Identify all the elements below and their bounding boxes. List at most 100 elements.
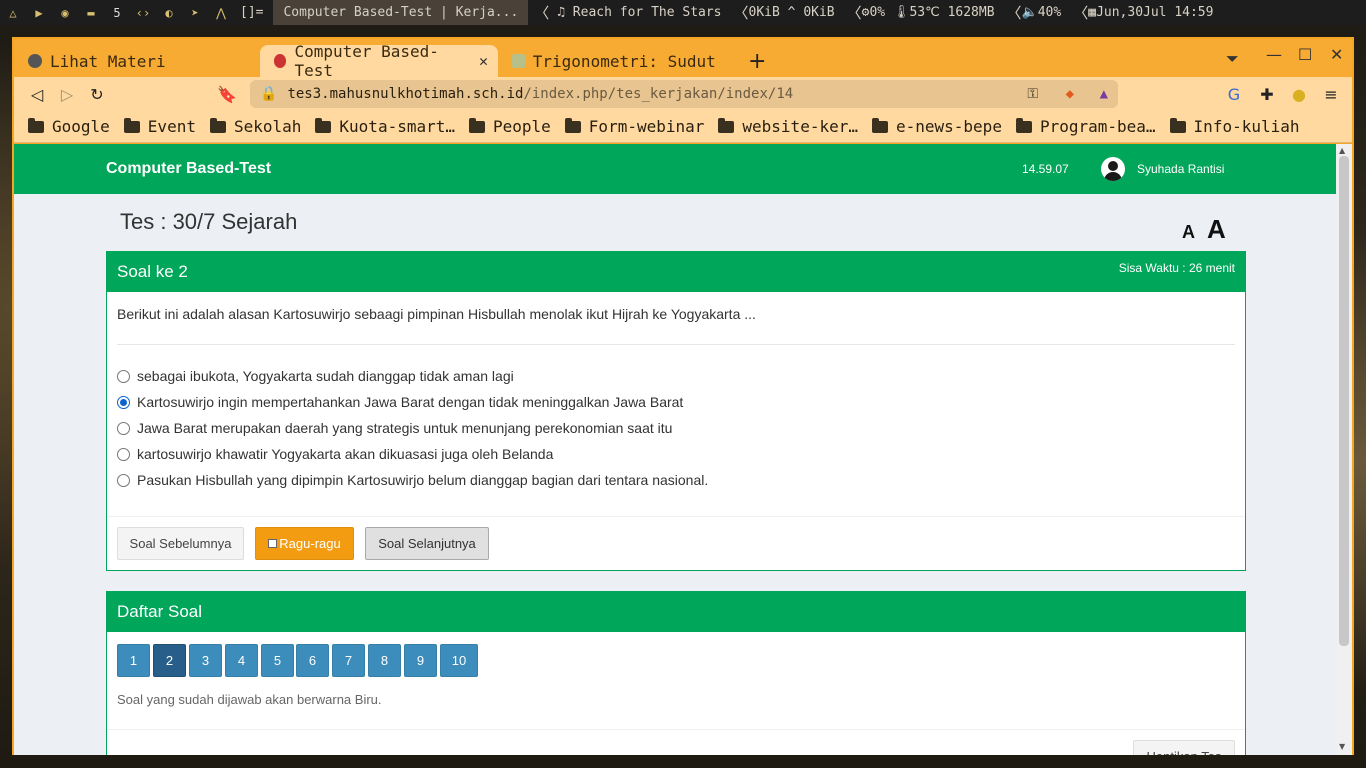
previous-question-button[interactable]: Soal Sebelumnya <box>117 527 244 560</box>
tab-label: Computer Based-Test <box>294 42 439 80</box>
lock-icon: 🔒 <box>260 86 278 102</box>
layout-indicator[interactable]: []= <box>234 5 269 20</box>
separator-icon: 〈 <box>846 4 862 22</box>
linux-icon[interactable]: △ <box>0 0 26 25</box>
bookmark-program-bea[interactable]: Program-bea… <box>1015 117 1156 136</box>
answer-option[interactable]: kartosuwirjo khawatir Yogyakarta akan di… <box>117 446 553 462</box>
answer-option[interactable]: Pasukan Hisbullah yang dipimpin Kartosuw… <box>117 472 708 488</box>
page-title: Tes : 30/7 Sejarah <box>120 209 298 234</box>
question-nav-button[interactable]: 3 <box>189 644 222 677</box>
folder-icon <box>315 117 332 133</box>
telegram-icon[interactable]: ➤ <box>182 0 208 25</box>
folder-icon[interactable]: ▬ <box>78 0 104 25</box>
code-icon[interactable]: ‹› <box>130 0 156 25</box>
tab-computer-based-test[interactable]: Computer Based-Test ✕ <box>260 42 498 80</box>
workspace-number[interactable]: 5 <box>104 0 130 25</box>
site-favicon-icon <box>512 54 525 68</box>
font-decrease-button[interactable]: A <box>1182 222 1195 243</box>
scroll-up-icon[interactable]: ▲ <box>1339 146 1345 155</box>
answer-option[interactable]: Jawa Barat merupakan daerah yang strateg… <box>117 420 672 436</box>
maximize-icon[interactable]: ☐ <box>1298 45 1312 64</box>
question-nav-button[interactable]: 9 <box>404 644 437 677</box>
stop-test-button[interactable]: Hentikan Tes <box>1133 740 1235 755</box>
question-nav-button[interactable]: 5 <box>261 644 294 677</box>
scroll-down-icon[interactable]: ▼ <box>1339 742 1345 751</box>
bookmark-info-kuliah[interactable]: Info-kuliah <box>1169 117 1300 136</box>
bookmark-kuota-smart[interactable]: Kuota-smart… <box>315 117 455 136</box>
question-nav-button[interactable]: 6 <box>296 644 329 677</box>
temperature-icon: 🌡 <box>892 5 910 20</box>
reload-icon[interactable]: ↻ <box>82 85 112 104</box>
time-remaining: Sisa Waktu : 26 menit <box>1118 261 1235 275</box>
question-nav-button[interactable]: 1 <box>117 644 150 677</box>
tab-trigonometri[interactable]: Trigonometri: Sudut Is <box>498 45 736 77</box>
bookmark-form-webinar[interactable]: Form-webinar <box>564 117 704 136</box>
question-nav-button-current[interactable]: 2 <box>153 644 186 677</box>
profile-icon[interactable]: ● <box>1284 85 1314 104</box>
bookmark-sekolah[interactable]: Sekolah <box>209 117 301 136</box>
forward-icon[interactable]: ▷ <box>52 85 82 104</box>
answer-option[interactable]: sebagai ibukota, Yogyakarta sudah diangg… <box>117 368 514 384</box>
folder-icon <box>718 117 735 133</box>
bookmark-google[interactable]: Google <box>28 117 110 136</box>
media-player-icon[interactable]: ▶ <box>26 0 52 25</box>
browser-window: Lihat Materi Computer Based-Test ✕ Trigo… <box>12 37 1354 755</box>
question-nav-button[interactable]: 4 <box>225 644 258 677</box>
minimize-icon[interactable]: — <box>1266 45 1282 64</box>
folder-icon <box>871 117 888 133</box>
close-tab-icon[interactable]: ✕ <box>479 52 488 70</box>
question-nav-button[interactable]: 10 <box>440 644 478 677</box>
bookmark-event[interactable]: Event <box>123 117 196 136</box>
page-scrollbar[interactable]: ▲ ▼ <box>1336 144 1352 755</box>
bookmark-e-news-bepe[interactable]: e-news-bepe <box>871 117 1002 136</box>
brave-rewards-icon[interactable]: ▲ <box>1100 86 1108 102</box>
back-icon[interactable]: ◁ <box>22 85 52 104</box>
font-increase-button[interactable]: A <box>1207 214 1226 245</box>
tab-search-icon[interactable]: ⏷ <box>1226 49 1239 69</box>
next-question-button[interactable]: Soal Selanjutnya <box>365 527 489 560</box>
user-name[interactable]: Syuhada Rantisi <box>1137 162 1224 176</box>
radio-button[interactable] <box>117 369 130 383</box>
inkscape-icon[interactable]: ⋀ <box>208 0 234 25</box>
tab-label: Lihat Materi <box>50 51 166 71</box>
question-number: Soal ke 2 <box>117 262 188 281</box>
brave-shield-icon[interactable]: ◆ <box>1066 86 1074 102</box>
bookmarks-bar: Google Event Sekolah Kuota-smart… People… <box>14 111 1352 143</box>
radio-button[interactable] <box>117 473 130 487</box>
moon-icon[interactable]: ◐ <box>156 0 182 25</box>
url-host: tes3.mahusnulkhotimah.sch.id <box>287 86 524 102</box>
radio-button[interactable] <box>117 447 130 461</box>
temperature: 53℃ <box>909 5 940 20</box>
app-brand[interactable]: Computer Based-Test <box>106 160 271 178</box>
bookmark-website-ker[interactable]: website-ker… <box>718 117 858 136</box>
new-tab-button[interactable]: + <box>748 45 766 77</box>
menu-icon[interactable]: ≡ <box>1316 85 1346 104</box>
radio-button[interactable] <box>117 421 130 435</box>
option-text: Kartosuwirjo ingin mempertahankan Jawa B… <box>137 394 684 410</box>
avatar[interactable] <box>1101 157 1125 181</box>
scrollbar-thumb[interactable] <box>1339 156 1349 646</box>
translate-icon[interactable]: G <box>1219 85 1249 104</box>
key-icon[interactable]: ⚿ <box>1027 86 1038 102</box>
date-time: Jun,30Jul 14:59 <box>1096 5 1214 20</box>
question-nav-button[interactable]: 7 <box>332 644 365 677</box>
bookmark-icon[interactable]: 🔖 <box>212 85 242 104</box>
doubt-button[interactable]: Ragu-ragu <box>255 527 354 560</box>
address-bar[interactable]: 🔒 tes3.mahusnulkhotimah.sch.id/index.php… <box>250 80 1118 108</box>
bookmark-people[interactable]: People <box>469 117 551 136</box>
option-text: Pasukan Hisbullah yang dipimpin Kartosuw… <box>137 472 709 488</box>
volume-level: 40% <box>1037 5 1062 20</box>
close-window-icon[interactable]: ✕ <box>1330 45 1343 64</box>
cpu-icon: ⚙ <box>861 5 870 20</box>
folder-icon <box>1169 117 1186 133</box>
browser-icon[interactable]: ◉ <box>52 0 78 25</box>
question-nav-button[interactable]: 8 <box>368 644 401 677</box>
answer-option[interactable]: Kartosuwirjo ingin mempertahankan Jawa B… <box>117 394 683 410</box>
web-page: Computer Based-Test 14.59.07 Syuhada Ran… <box>14 144 1336 755</box>
tab-lihat-materi[interactable]: Lihat Materi <box>14 45 260 77</box>
doubt-checkbox[interactable] <box>268 539 278 548</box>
radio-button-selected[interactable] <box>117 395 130 409</box>
question-list-title: Daftar Soal <box>117 602 203 621</box>
extensions-icon[interactable]: ✚ <box>1252 85 1282 104</box>
calendar-icon: ▦ <box>1088 5 1097 20</box>
